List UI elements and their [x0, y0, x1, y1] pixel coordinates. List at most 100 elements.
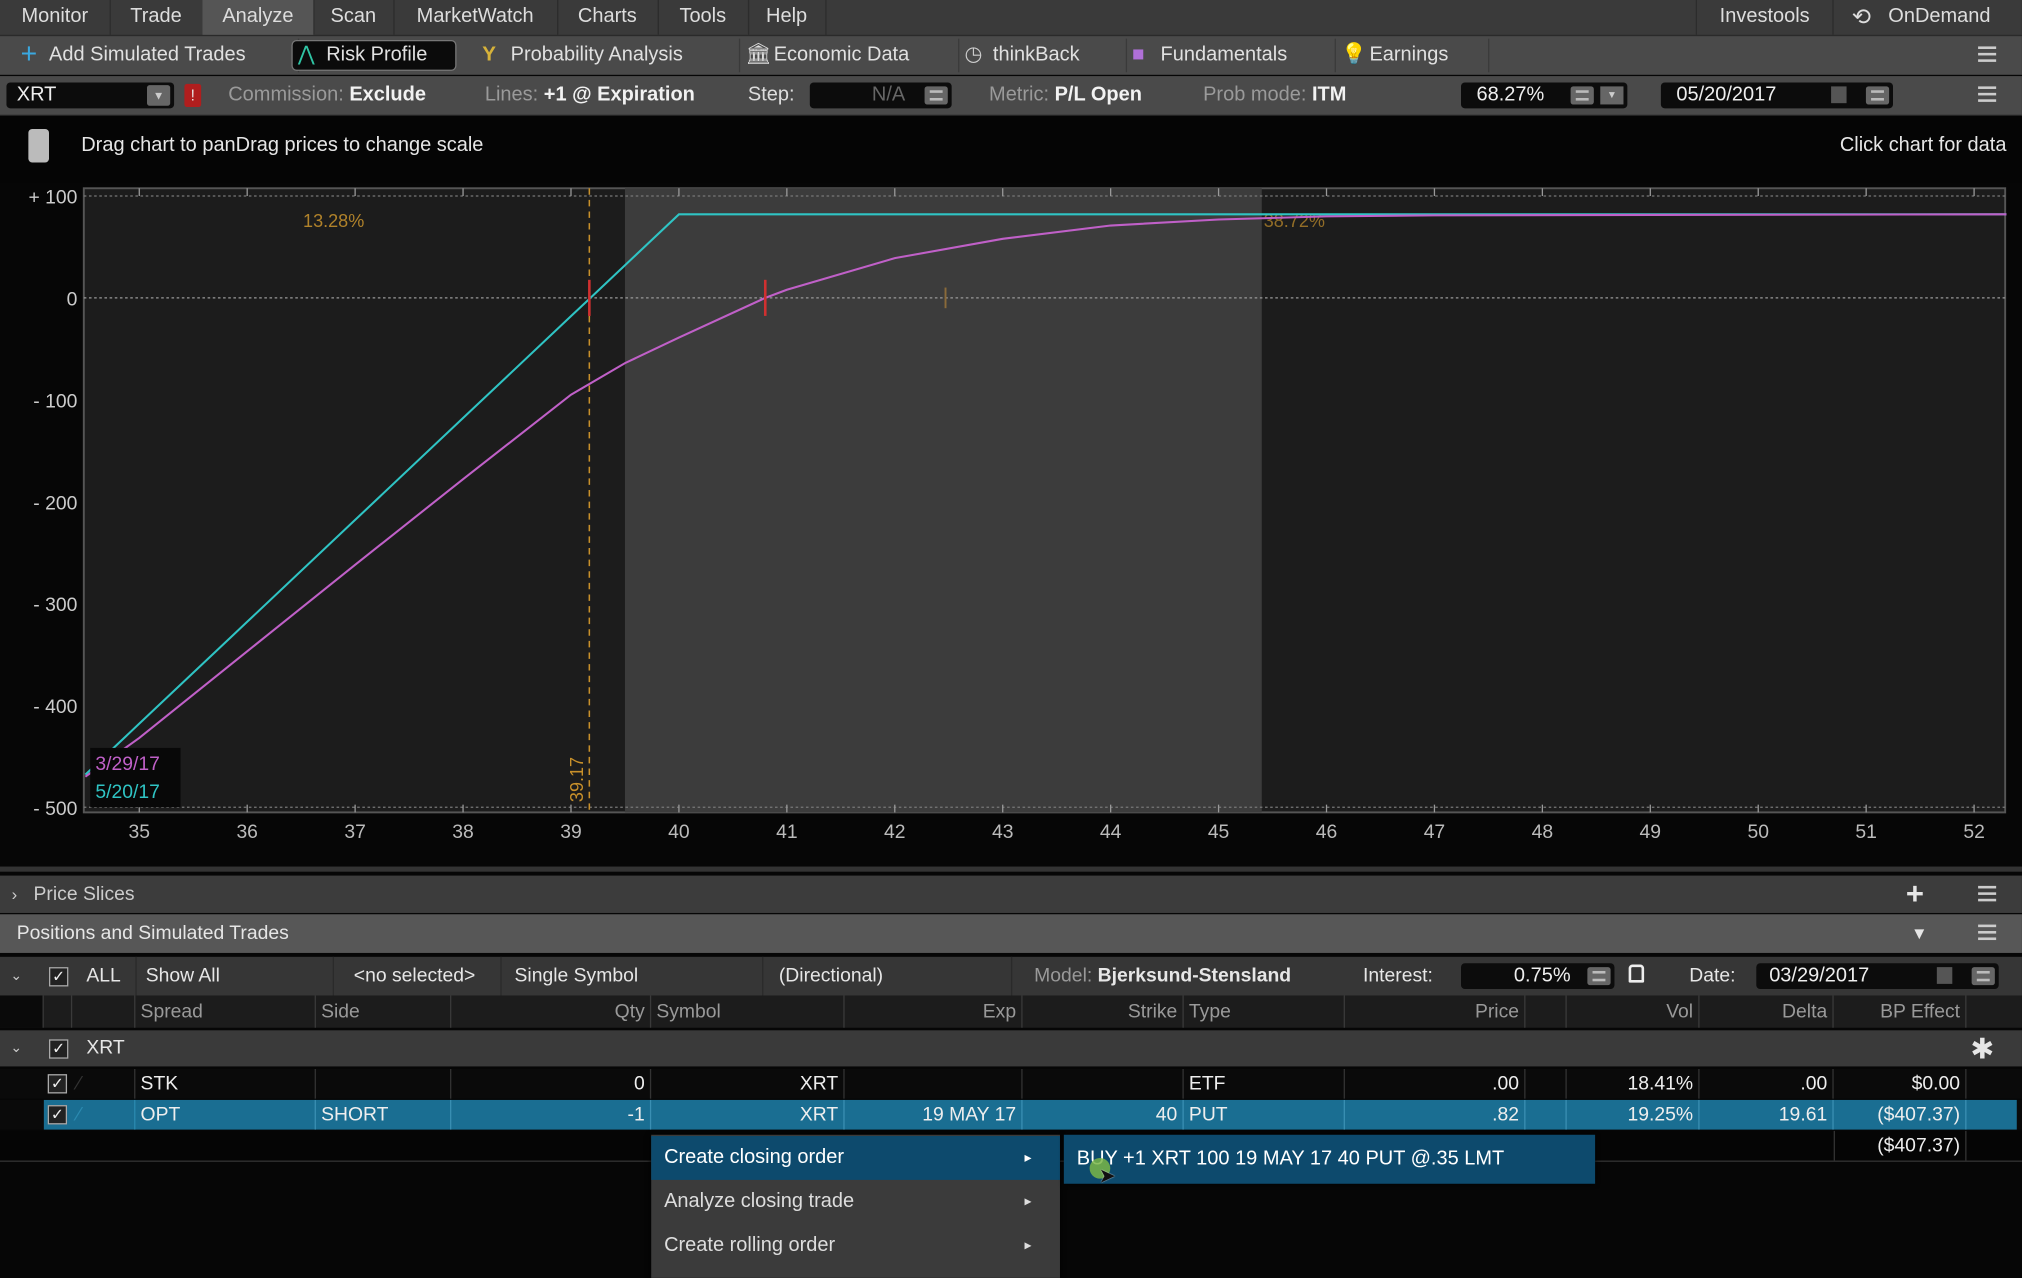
step-input[interactable]: N/A	[809, 82, 952, 109]
probmode-dropdown[interactable]: Prob mode: ITM	[1203, 76, 1346, 115]
y-tick-label: - 500	[33, 798, 77, 820]
submenu-closing-order[interactable]: BUY +1 XRT 100 19 MAY 17 40 PUT @.35 LMT	[1063, 1134, 1596, 1184]
positions-date-input[interactable]: 03/29/2017	[1756, 963, 1999, 990]
column-strike[interactable]: Strike	[1023, 995, 1184, 1028]
column-qty[interactable]: Qty	[451, 995, 652, 1028]
collapse-icon[interactable]: ▼	[1911, 914, 1928, 953]
chart-toggle-icon[interactable]: ⁄	[72, 1099, 136, 1130]
selection-dropdown[interactable]: <no selected>	[329, 956, 502, 996]
menu-ondemand[interactable]: ⟲ OnDemand	[1831, 0, 2022, 35]
menu-investools[interactable]: Investools	[1695, 0, 1834, 35]
row-checkbox[interactable]: ✓	[47, 1074, 68, 1094]
lines-dropdown[interactable]: Lines: +1 @ Expiration	[485, 76, 695, 115]
column-side[interactable]: Side	[316, 995, 452, 1028]
column-delta[interactable]: Delta	[1700, 995, 1834, 1028]
earnings-button[interactable]: 💡 Earnings	[1336, 38, 1490, 73]
chevron-down-icon[interactable]: ⌄	[10, 1030, 22, 1069]
show-filter-dropdown[interactable]: Show All	[135, 956, 334, 996]
chart-toggle-icon[interactable]: ⁄	[72, 1068, 136, 1099]
x-tick-label: 47	[1424, 821, 1446, 843]
plus-icon: +	[20, 37, 38, 70]
mouse-cursor-icon: ➤	[1098, 1165, 1116, 1188]
commission-dropdown[interactable]: Commission: Exclude	[228, 76, 426, 115]
add-price-slice-icon[interactable]: +	[1906, 876, 1924, 913]
directional-dropdown[interactable]: (Directional)	[770, 956, 1013, 996]
menu-tools[interactable]: Tools	[658, 0, 750, 35]
column-exp[interactable]: Exp	[845, 995, 1023, 1028]
cell-exp: 19 MAY 17	[845, 1099, 1023, 1130]
cell-delta: 19.61	[1700, 1099, 1834, 1130]
positions-date-stepper[interactable]	[1971, 967, 1995, 986]
pane-divider[interactable]	[0, 866, 2022, 872]
menu-marketwatch[interactable]: MarketWatch	[393, 0, 559, 35]
column-vol[interactable]: Vol	[1567, 995, 1700, 1028]
group-checkbox[interactable]: ✓	[49, 1039, 69, 1059]
x-tick-label: 51	[1855, 821, 1877, 843]
settings-menu-icon[interactable]	[1978, 86, 1999, 104]
calendar-icon[interactable]	[1831, 86, 1847, 104]
cell-vol[interactable]: 19.25%	[1567, 1099, 1700, 1130]
menu-item-label: Create rolling order	[664, 1234, 836, 1256]
economic-data-button[interactable]: 🏛 Economic Data	[740, 38, 960, 73]
date-input[interactable]: 05/20/2017	[1660, 82, 1893, 109]
toolbar-menu-icon[interactable]	[1978, 46, 1999, 64]
menu-monitor[interactable]: Monitor	[0, 0, 111, 35]
button-label: Add Simulated Trades	[49, 43, 246, 66]
risk-profile-chart[interactable]: 35 36 37 38 39 40 41 42 43 44 45 46 47 48 49 50 51 52 + 10…	[0, 181, 2022, 867]
symbol-selector[interactable]: XRT ▼	[6, 82, 175, 109]
chevron-down-icon[interactable]: ▼	[147, 85, 171, 106]
select-all-checkbox[interactable]: ✓	[49, 967, 69, 987]
column-type[interactable]: Type	[1184, 995, 1345, 1028]
probability-stepper[interactable]	[1570, 86, 1594, 105]
menu-item-create-rolling-order[interactable]: Create rolling order ▸	[651, 1224, 1060, 1268]
table-row-selected[interactable]: ✓ ⁄ OPT SHORT -1 XRT 19 MAY 17 40 PUT .8…	[0, 1099, 2022, 1130]
add-simulated-trades-button[interactable]: + Add Simulated Trades	[15, 37, 300, 73]
interest-input[interactable]: 0.75%	[1461, 963, 1615, 990]
unlock-icon[interactable]	[1628, 964, 1645, 983]
table-row[interactable]: ✓ ⁄ STK 0 XRT ETF .00 18.41% .00 $0.00	[0, 1068, 2022, 1099]
group-row-xrt[interactable]: ⌄ ✓ XRT ✱	[0, 1030, 2022, 1069]
interest-stepper[interactable]	[1587, 967, 1611, 986]
cell-price[interactable]: .00	[1345, 1068, 1526, 1099]
probability-left-label: 13.28%	[303, 211, 364, 231]
probability-analysis-button[interactable]: Y Probability Analysis	[477, 38, 741, 73]
menu-trade[interactable]: Trade	[110, 0, 204, 35]
price-slices-section[interactable]: › Price Slices +	[0, 875, 2022, 913]
column-spread[interactable]: Spread	[135, 995, 316, 1028]
menu-help[interactable]: Help	[748, 0, 827, 35]
date-stepper[interactable]	[1865, 86, 1890, 105]
menu-analyze[interactable]: Analyze	[202, 0, 315, 35]
cell-vol[interactable]: 18.41%	[1567, 1068, 1700, 1099]
x-tick-label: 49	[1640, 821, 1662, 843]
menu-charts[interactable]: Charts	[557, 0, 659, 35]
column-symbol[interactable]: Symbol	[651, 995, 845, 1028]
chart-settings-icon[interactable]	[28, 128, 50, 163]
cell-price[interactable]: .82	[1345, 1099, 1526, 1130]
alert-badge[interactable]: !	[184, 83, 202, 108]
model-dropdown[interactable]: Model: Bjerksund-Stensland	[1034, 957, 1291, 996]
symbol-mode-dropdown[interactable]: Single Symbol	[505, 956, 764, 996]
risk-profile-button[interactable]: ⋀ Risk Profile	[291, 39, 457, 71]
fundamentals-button[interactable]: ■ Fundamentals	[1127, 38, 1336, 73]
column-bp-effect[interactable]: BP Effect	[1834, 995, 1967, 1028]
menu-scan[interactable]: Scan	[313, 0, 395, 35]
column-price[interactable]: Price	[1345, 995, 1526, 1028]
metric-dropdown[interactable]: Metric: P/L Open	[989, 76, 1142, 115]
menu-item-create-closing-order[interactable]: Create closing order ▸	[651, 1136, 1060, 1180]
gear-icon[interactable]: ✱	[1970, 1033, 1994, 1067]
positions-menu-icon[interactable]	[1978, 924, 1999, 943]
probability-input[interactable]: 68.27% ▼	[1461, 82, 1628, 109]
thinkback-button[interactable]: ◷ thinkBack	[959, 38, 1128, 73]
cell-qty[interactable]: -1	[451, 1099, 652, 1130]
chevron-down-icon[interactable]: ▼	[1600, 86, 1624, 105]
step-stepper[interactable]	[924, 86, 948, 105]
date-label: Date:	[1689, 964, 1736, 987]
chevron-right-icon[interactable]: ›	[12, 876, 18, 913]
row-checkbox[interactable]: ✓	[47, 1105, 68, 1125]
x-tick-label: 41	[776, 821, 798, 843]
chevron-down-icon[interactable]: ⌄	[10, 957, 22, 996]
cell-qty[interactable]: 0	[451, 1068, 652, 1099]
price-slices-menu-icon[interactable]	[1978, 885, 1999, 904]
menu-item-analyze-closing-trade[interactable]: Analyze closing trade ▸	[651, 1180, 1060, 1224]
calendar-icon[interactable]	[1936, 967, 1953, 984]
